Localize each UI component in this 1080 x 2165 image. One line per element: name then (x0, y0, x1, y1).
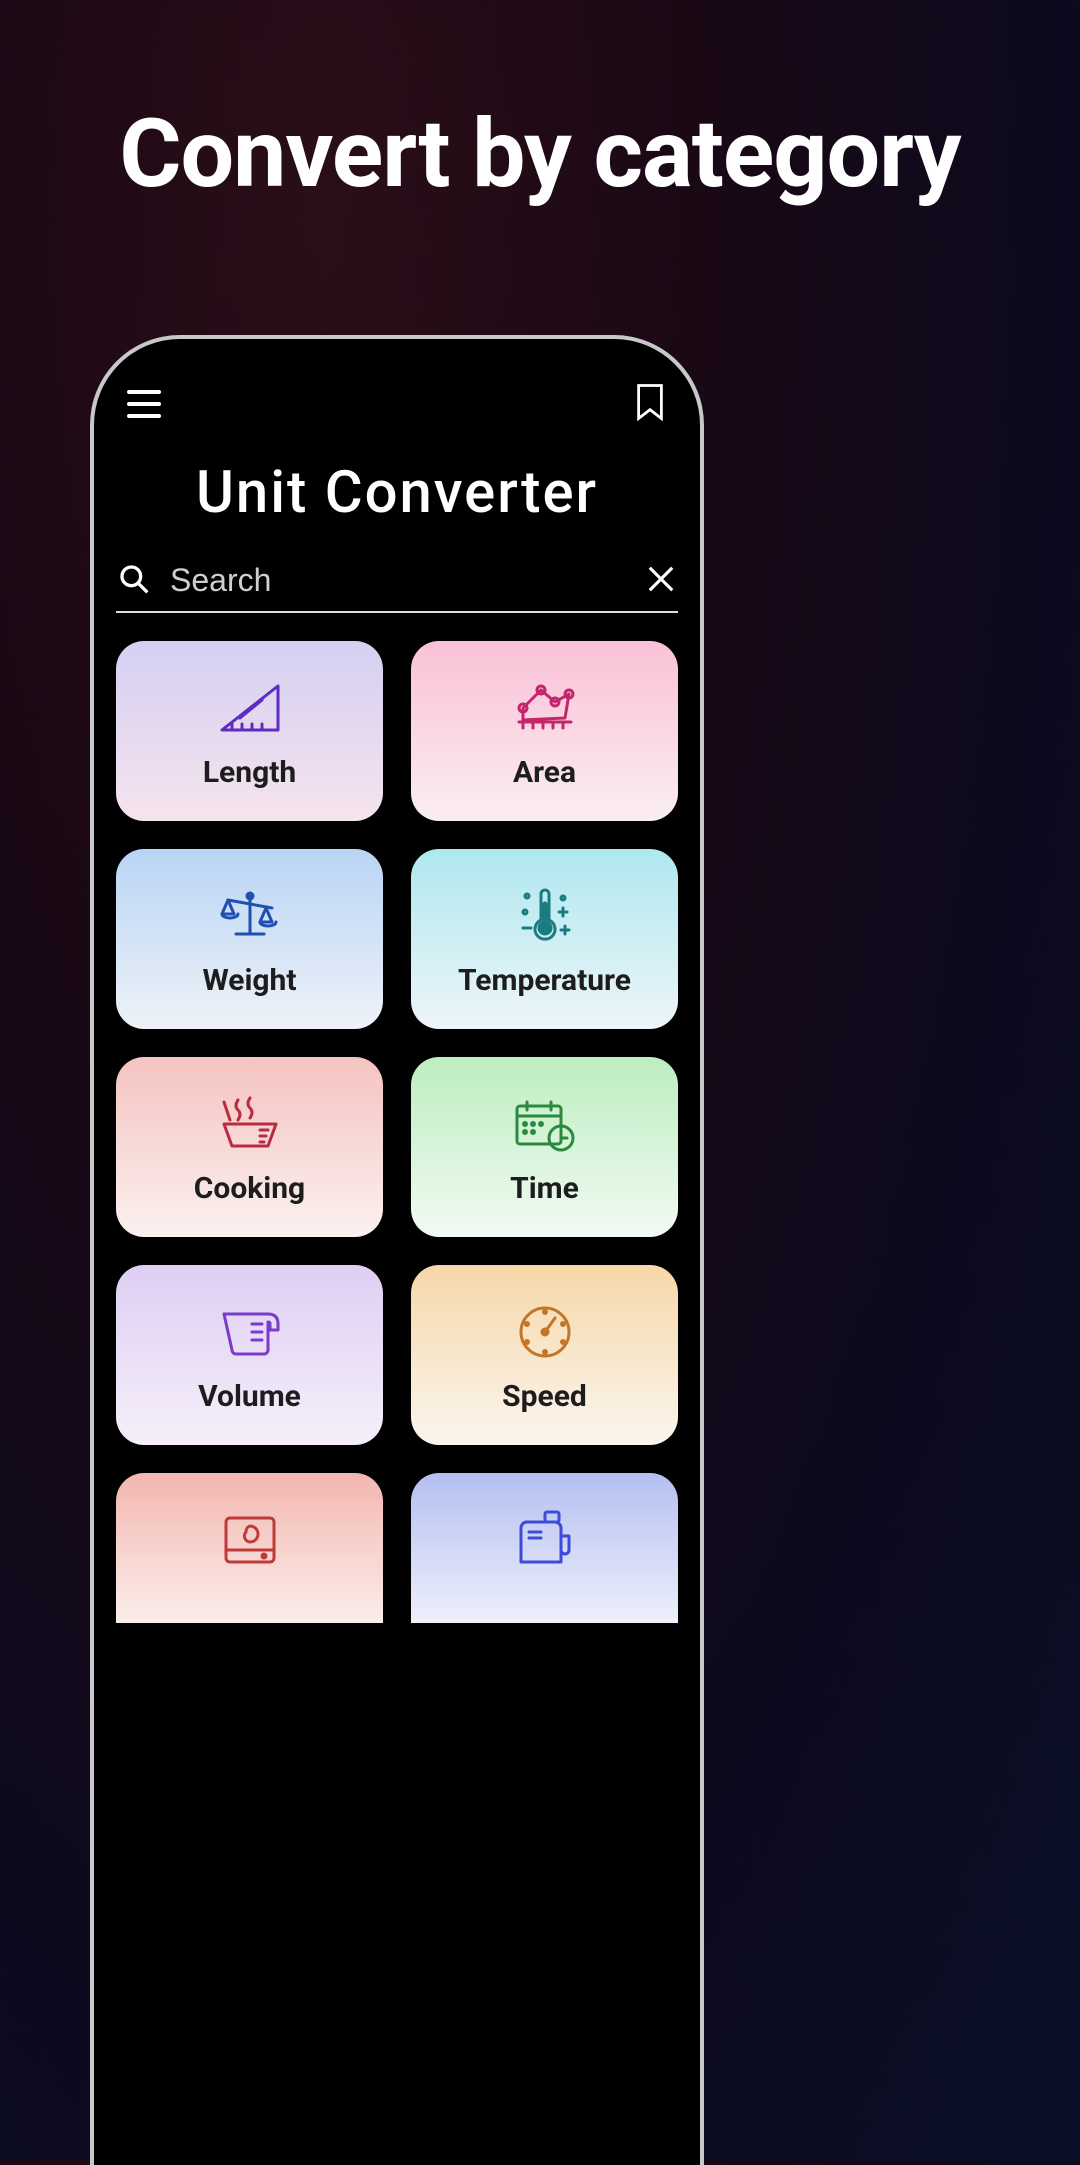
category-label: Time (510, 1171, 579, 1206)
speed-icon (505, 1297, 585, 1367)
top-bar (94, 384, 700, 449)
category-label: Cooking (194, 1171, 305, 1206)
category-label: Temperature (458, 963, 631, 998)
category-grid-partial (94, 1445, 700, 1623)
category-card-area[interactable]: Area (411, 641, 678, 821)
data-icon (210, 1503, 290, 1573)
time-icon (505, 1089, 585, 1159)
category-card-fuel[interactable] (411, 1473, 678, 1623)
weight-icon (210, 881, 290, 951)
bookmark-icon (634, 383, 666, 425)
menu-button[interactable] (124, 384, 164, 424)
category-card-data[interactable] (116, 1473, 383, 1623)
length-icon (210, 673, 290, 743)
menu-icon (127, 390, 161, 418)
category-grid: Length Area (94, 613, 700, 1445)
category-card-weight[interactable]: Weight (116, 849, 383, 1029)
app-title: Unit Converter (94, 459, 700, 527)
search-input[interactable] (170, 562, 626, 599)
category-card-time[interactable]: Time (411, 1057, 678, 1237)
category-label: Weight (202, 963, 296, 998)
search-icon (118, 563, 150, 599)
bookmark-button[interactable] (630, 384, 670, 424)
volume-icon (210, 1297, 290, 1367)
category-label: Volume (198, 1379, 301, 1414)
category-card-temperature[interactable]: Temperature (411, 849, 678, 1029)
cooking-icon (210, 1089, 290, 1159)
category-card-cooking[interactable]: Cooking (116, 1057, 383, 1237)
category-label: Area (513, 755, 576, 790)
area-icon (505, 673, 585, 743)
category-card-volume[interactable]: Volume (116, 1265, 383, 1445)
search-bar (116, 552, 678, 613)
category-card-length[interactable]: Length (116, 641, 383, 821)
category-label: Speed (502, 1379, 587, 1414)
clear-search-button[interactable] (646, 564, 676, 598)
category-card-speed[interactable]: Speed (411, 1265, 678, 1445)
category-label: Length (203, 755, 296, 790)
promo-headline: Convert by category (0, 0, 1080, 209)
phone-frame: Unit Converter Length (90, 335, 704, 2165)
temperature-icon (505, 881, 585, 951)
fuel-icon (505, 1503, 585, 1573)
